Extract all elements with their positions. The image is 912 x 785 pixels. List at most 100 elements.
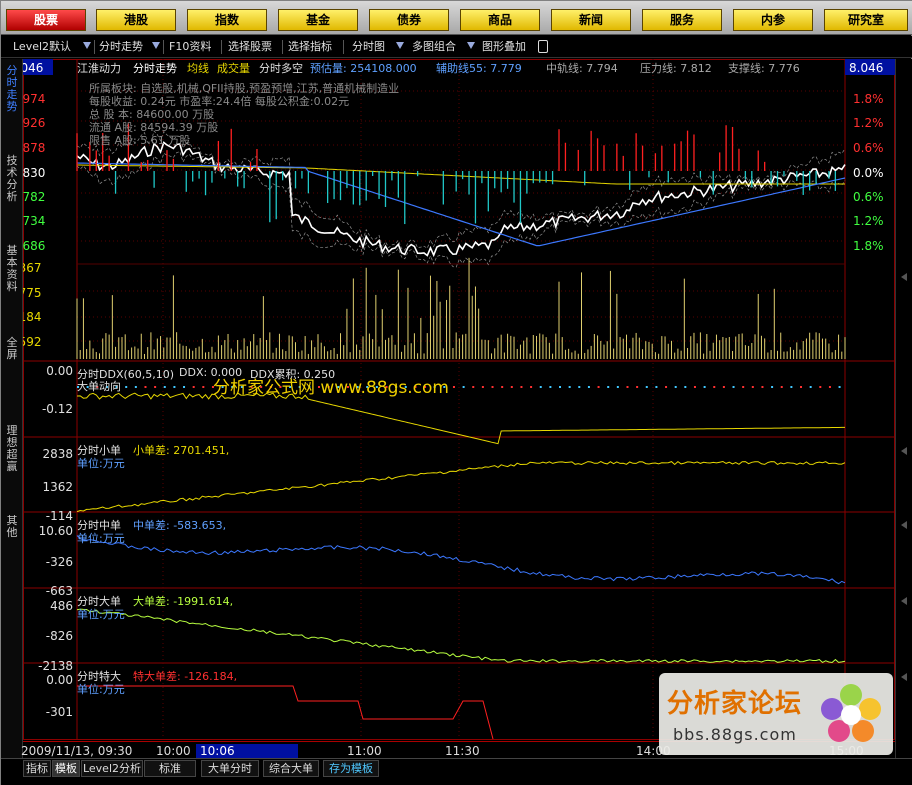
huge-order-unit: 单位:万元	[77, 683, 125, 696]
ddx-marker	[510, 386, 513, 388]
volume-axis-label: 6367	[23, 261, 42, 275]
f10-info-button[interactable]: F10资料	[169, 39, 211, 55]
ddx-marker	[452, 386, 455, 388]
menu-insider[interactable]: 内参	[733, 9, 813, 31]
ddx-marker	[636, 386, 639, 388]
pressure-line-value: 压力线: 7.812	[640, 62, 712, 75]
ddx-marker	[703, 386, 706, 388]
arrow-left-icon[interactable]	[901, 447, 907, 455]
tab-intraday[interactable]: 分时走势	[3, 65, 21, 113]
right-scroll-column	[895, 59, 912, 759]
sub-axis-label: 486	[50, 599, 73, 613]
ddx-marker	[559, 386, 562, 388]
pct-axis-label: 0.0%	[853, 166, 884, 180]
menu-news[interactable]: 新闻	[551, 9, 631, 31]
ddx-marker	[163, 386, 166, 388]
save-template-button[interactable]: 存为模板	[323, 760, 379, 777]
chart-canvas[interactable]: 8.046 7.974 7.926 7.878 7.830 7.782 7.734 7.686…	[1, 59, 895, 759]
volume-axis-label: 4775	[23, 286, 42, 300]
time-date-label: 2009/11/13, 09:30	[21, 744, 133, 758]
volume-axis-label: 1592	[23, 335, 42, 349]
tab-technical[interactable]: 技术分析	[3, 155, 21, 203]
arrow-left-icon[interactable]	[901, 597, 907, 605]
intraday-trend-button[interactable]: 分时走势	[99, 39, 143, 55]
sub-axis-label: -326	[46, 555, 73, 569]
long-short-label: 分时多空	[259, 62, 303, 75]
ddx-marker	[761, 386, 764, 388]
ddx-marker	[838, 386, 841, 388]
menu-hk-stocks[interactable]: 港股	[96, 9, 176, 31]
left-tab-column: 分时走势 技术分析 基本资料 全屏 理想超赢 其他	[1, 59, 23, 759]
pct-axis-label: 1.8%	[853, 92, 884, 106]
chevron-down-icon[interactable]	[83, 42, 91, 49]
ddx-marker	[780, 386, 783, 388]
menu-index[interactable]: 指数	[187, 9, 267, 31]
ddx-marker	[501, 386, 504, 388]
ddx-marker	[732, 386, 735, 388]
chevron-down-icon[interactable]	[396, 42, 404, 49]
intraday-chart-button[interactable]: 分时图	[352, 39, 385, 55]
cursor-time-label: 10:06	[196, 744, 298, 758]
ddx-marker	[462, 386, 465, 388]
sub-axis-label: 0.00	[46, 673, 73, 687]
menu-research[interactable]: 研究室	[824, 9, 908, 31]
support-line-value: 支撑线: 7.776	[728, 62, 800, 75]
volume-label: 成交量	[217, 62, 250, 75]
pct-axis-label: 8.046	[849, 61, 883, 75]
panel-label: 分时走势	[133, 62, 177, 75]
ddx-marker	[173, 386, 176, 388]
menu-bonds[interactable]: 债券	[369, 9, 449, 31]
tab-fundamentals[interactable]: 基本资料	[3, 245, 21, 293]
price-axis-label: 7.686	[23, 239, 45, 253]
ddx-marker	[520, 386, 523, 388]
menu-funds[interactable]: 基金	[278, 9, 358, 31]
tab-big-order-intraday[interactable]: 大单分时	[201, 760, 259, 777]
arrow-left-icon[interactable]	[901, 521, 907, 529]
price-axis-label: 7.782	[23, 190, 45, 204]
ddx-marker	[144, 386, 147, 388]
arrow-left-icon[interactable]	[901, 673, 907, 681]
tab-ideal-win[interactable]: 理想超赢	[3, 425, 21, 473]
ddx-marker	[568, 386, 571, 388]
arrow-left-icon[interactable]	[901, 273, 907, 281]
forum-logo: 分析家论坛 bbs.88gs.com	[659, 673, 893, 755]
menu-services[interactable]: 服务	[642, 9, 722, 31]
pct-axis-label: 1.2%	[853, 116, 884, 130]
tab-templates[interactable]: 模板	[52, 760, 80, 777]
tab-combined-big-orders[interactable]: 综合大单	[263, 760, 319, 777]
aux-line-value: 辅助线55: 7.779	[436, 62, 522, 75]
multi-chart-button[interactable]: 多图组合	[412, 39, 456, 55]
big-order-diff: 大单差: -1991.614,	[133, 595, 234, 608]
chevron-down-icon[interactable]	[467, 42, 475, 49]
ddx-marker	[183, 386, 186, 388]
ddx-marker	[771, 386, 774, 388]
ddx-marker	[192, 386, 195, 388]
tab-level2-analysis[interactable]: Level2分析	[81, 760, 143, 777]
overlay-button[interactable]: 图形叠加	[482, 39, 526, 55]
tab-standard[interactable]: 标准	[144, 760, 196, 777]
ddx-subtitle: 大单动向	[77, 380, 121, 393]
ddx-marker	[645, 386, 648, 388]
sub-axis-label: -2138	[38, 659, 73, 673]
ddx-marker	[809, 386, 812, 388]
ddx-marker	[481, 386, 484, 388]
ddx-marker	[742, 386, 745, 388]
sub-axis-label: -663	[46, 584, 73, 598]
ddx-marker	[713, 386, 716, 388]
select-stock-button[interactable]: 选择股票	[228, 39, 272, 55]
ddx-marker	[800, 386, 803, 388]
chevron-down-icon[interactable]	[152, 42, 160, 49]
tab-other[interactable]: 其他	[3, 515, 21, 539]
price-axis-label: 8.046	[23, 61, 43, 75]
tab-fullscreen[interactable]: 全屏	[3, 337, 21, 361]
level2-default-button[interactable]: Level2默认	[13, 39, 71, 55]
ddx-marker	[154, 386, 157, 388]
select-indicator-button[interactable]: 选择指标	[288, 39, 332, 55]
toolbar-divider	[163, 40, 164, 54]
menu-commodities[interactable]: 商品	[460, 9, 540, 31]
menu-stocks[interactable]: 股票	[6, 9, 86, 31]
lock-icon[interactable]	[538, 40, 548, 53]
ddx-marker	[202, 386, 205, 388]
tab-indicators[interactable]: 指标	[23, 760, 51, 777]
bottom-tab-bar: 指标 模板 Level2分析 标准 大单分时 综合大单 存为模板	[1, 758, 912, 785]
